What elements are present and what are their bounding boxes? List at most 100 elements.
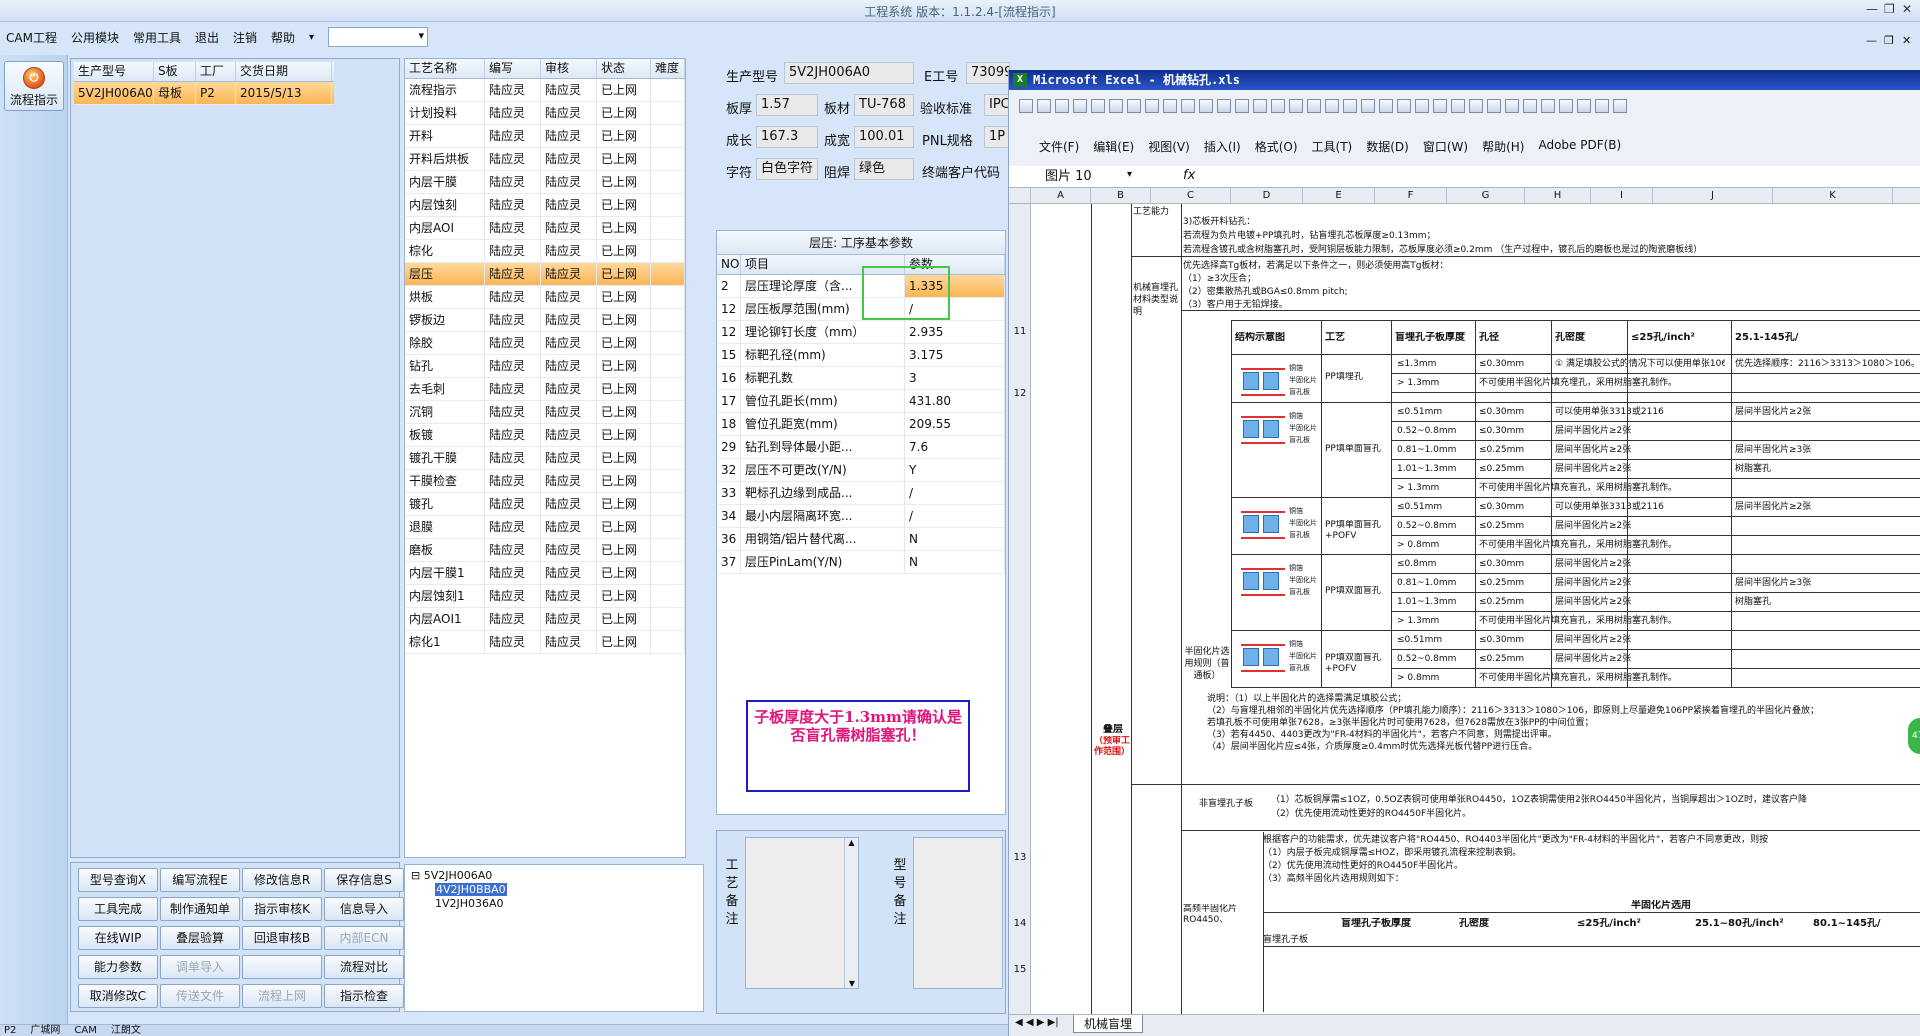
tree-root[interactable]: ⊟ 5V2JH006A0 xyxy=(411,869,697,883)
col-header[interactable]: 编写 xyxy=(485,59,541,78)
inner-restore-button[interactable]: ❐ xyxy=(1884,34,1894,47)
param-row[interactable]: 33 靶标孔边缘到成品... / xyxy=(717,482,1005,505)
toolbar-icon[interactable] xyxy=(1559,99,1573,113)
toolbar-icon[interactable] xyxy=(1325,99,1339,113)
process-row[interactable]: 内层蚀刻 陆应灵 陆应灵 已上网 xyxy=(405,194,685,217)
toolbar-icon[interactable] xyxy=(1523,99,1537,113)
toolbar-icon[interactable] xyxy=(1253,99,1267,113)
excel-menu-item[interactable]: 格式(O) xyxy=(1255,138,1298,155)
process-row[interactable]: 内层干膜 陆应灵 陆应灵 已上网 xyxy=(405,171,685,194)
excel-menu-item[interactable]: 工具(T) xyxy=(1312,138,1353,155)
column-header[interactable]: F xyxy=(1375,188,1447,203)
minimize-button[interactable]: — xyxy=(1866,2,1878,16)
excel-menu-item[interactable]: 插入(I) xyxy=(1204,138,1241,155)
menu-cam[interactable]: CAM工程 xyxy=(6,29,57,46)
action-button[interactable]: 在线WIP xyxy=(78,926,158,950)
menu-common-tools[interactable]: 常用工具 xyxy=(133,29,181,46)
material-field[interactable]: TU-768 xyxy=(854,94,914,116)
toolbar-icon[interactable] xyxy=(1019,99,1033,113)
menu-public-module[interactable]: 公用模块 xyxy=(71,29,119,46)
toolbar-icon[interactable] xyxy=(1199,99,1213,113)
excel-menu-item[interactable]: Adobe PDF(B) xyxy=(1538,138,1621,155)
action-button[interactable]: 叠层验算 xyxy=(160,926,240,950)
column-header[interactable]: A xyxy=(1031,188,1091,203)
standard-field[interactable]: IPC xyxy=(984,94,1010,116)
action-button[interactable]: 取消修改C xyxy=(78,984,158,1008)
param-row[interactable]: 37 层压PinLam(Y/N) N xyxy=(717,551,1005,574)
process-row[interactable]: 磨板 陆应灵 陆应灵 已上网 xyxy=(405,539,685,562)
process-row[interactable]: 内层干膜1 陆应灵 陆应灵 已上网 xyxy=(405,562,685,585)
toolbar-icon[interactable] xyxy=(1127,99,1141,113)
process-row[interactable]: 流程指示 陆应灵 陆应灵 已上网 xyxy=(405,79,685,102)
menu-help[interactable]: 帮助 xyxy=(271,29,295,46)
process-row[interactable]: 去毛刺 陆应灵 陆应灵 已上网 xyxy=(405,378,685,401)
row-header[interactable]: 11 xyxy=(1009,326,1031,337)
column-header[interactable]: J xyxy=(1653,188,1773,203)
order-row[interactable]: 5V2JH006A0 母板 P2 2015/5/13 xyxy=(74,82,334,105)
toolbar-icon[interactable] xyxy=(1487,99,1501,113)
col-header[interactable]: S板 xyxy=(154,62,196,81)
process-row[interactable]: 干膜检查 陆应灵 陆应灵 已上网 xyxy=(405,470,685,493)
row-header[interactable]: 13 xyxy=(1009,852,1031,863)
side-badge[interactable]: 47 xyxy=(1908,718,1920,754)
action-button[interactable]: 工具完成 xyxy=(78,897,158,921)
tree-item[interactable]: 1V2JH036A0 xyxy=(411,897,697,911)
action-button[interactable] xyxy=(242,955,322,979)
process-row[interactable]: 计划投料 陆应灵 陆应灵 已上网 xyxy=(405,102,685,125)
col-header[interactable]: NO xyxy=(717,255,741,274)
param-row[interactable]: 16 标靶孔数 3 xyxy=(717,367,1005,390)
status-item[interactable]: CAM xyxy=(74,1025,96,1036)
scroll-down-icon[interactable]: ▼ xyxy=(845,979,859,988)
status-item[interactable]: 广城网 xyxy=(30,1025,60,1036)
toolbar-icon[interactable] xyxy=(1469,99,1483,113)
mask-field[interactable]: 绿色 xyxy=(854,158,914,180)
toolbar-icon[interactable] xyxy=(1397,99,1411,113)
action-button[interactable]: 保存信息S xyxy=(324,868,404,892)
col-header[interactable]: 状态 xyxy=(597,59,651,78)
worksheet[interactable]: 工艺能力 3)芯板开料钻孔： 若流程为负片电镀+PP填孔时，钻盲埋孔芯板厚度≥0.1… xyxy=(1031,204,1920,1014)
flow-indicator-button[interactable]: ⏻ 流程指示 xyxy=(4,61,64,111)
menu-combo[interactable] xyxy=(328,27,429,47)
toolbar-icon[interactable] xyxy=(1055,99,1069,113)
pnl-field[interactable]: 1P xyxy=(984,126,1010,148)
toolbar-icon[interactable] xyxy=(1541,99,1555,113)
process-row[interactable]: 钻孔 陆应灵 陆应灵 已上网 xyxy=(405,355,685,378)
toolbar-icon[interactable] xyxy=(1109,99,1123,113)
column-header[interactable]: B xyxy=(1091,188,1151,203)
column-header[interactable]: H xyxy=(1525,188,1591,203)
toolbar-icon[interactable] xyxy=(1595,99,1609,113)
column-header[interactable]: E xyxy=(1303,188,1375,203)
action-button[interactable]: 指示检查 xyxy=(324,984,404,1008)
column-header[interactable]: K xyxy=(1773,188,1893,203)
sheet-nav-icon[interactable]: ◀ ◀ ▶ ▶| xyxy=(1015,1017,1059,1028)
process-row[interactable]: 开料后烘板 陆应灵 陆应灵 已上网 xyxy=(405,148,685,171)
process-row[interactable]: 棕化 陆应灵 陆应灵 已上网 xyxy=(405,240,685,263)
toolbar-icon[interactable] xyxy=(1613,99,1627,113)
toolbar-icon[interactable] xyxy=(1451,99,1465,113)
process-row[interactable]: 棕化1 陆应灵 陆应灵 已上网 xyxy=(405,631,685,654)
toolbar-icon[interactable] xyxy=(1307,99,1321,113)
process-row[interactable]: 烘板 陆应灵 陆应灵 已上网 xyxy=(405,286,685,309)
toolbar-icon[interactable] xyxy=(1577,99,1591,113)
sheet-tab[interactable]: 机械盲埋 xyxy=(1073,1015,1144,1033)
excel-menu-item[interactable]: 编辑(E) xyxy=(1093,138,1134,155)
param-row[interactable]: 29 钻孔到导体最小距... 7.6 xyxy=(717,436,1005,459)
thickness-field[interactable]: 1.57 xyxy=(756,94,818,116)
action-button[interactable]: 编写流程E xyxy=(160,868,240,892)
menu-exit[interactable]: 退出 xyxy=(195,29,219,46)
process-row[interactable]: 镀孔干膜 陆应灵 陆应灵 已上网 xyxy=(405,447,685,470)
toolbar-icon[interactable] xyxy=(1235,99,1249,113)
excel-menu-item[interactable]: 视图(V) xyxy=(1148,138,1190,155)
param-row[interactable]: 12 层压板厚范围(mm) / xyxy=(717,298,1005,321)
column-header[interactable]: I xyxy=(1591,188,1653,203)
name-box-chevron-icon[interactable]: ▾ xyxy=(1127,169,1132,180)
action-button[interactable]: 能力参数 xyxy=(78,955,158,979)
column-header[interactable]: C xyxy=(1151,188,1231,203)
scrollbar[interactable]: ▲ ▼ xyxy=(844,838,858,988)
tree-item[interactable]: 4V2JH0BBA0 xyxy=(411,883,697,897)
name-box[interactable]: 图片 10 xyxy=(1037,168,1137,186)
width-field[interactable]: 100.01 xyxy=(854,126,914,148)
toolbar-icon[interactable] xyxy=(1145,99,1159,113)
action-button[interactable]: 型号查询X xyxy=(78,868,158,892)
toolbar-icon[interactable] xyxy=(1505,99,1519,113)
